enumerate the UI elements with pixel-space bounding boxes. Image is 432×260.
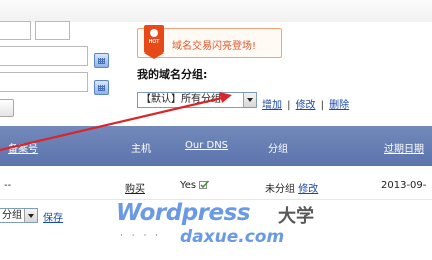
watermark-dots: · · · · — [120, 231, 162, 241]
watermark: Wordpress 大学 · · · · daxue.com — [108, 200, 324, 254]
watermark-chinese: 大学 — [278, 206, 314, 227]
watermark-domain: daxue.com — [180, 227, 285, 247]
watermark-text: Wordpress — [116, 200, 251, 226]
